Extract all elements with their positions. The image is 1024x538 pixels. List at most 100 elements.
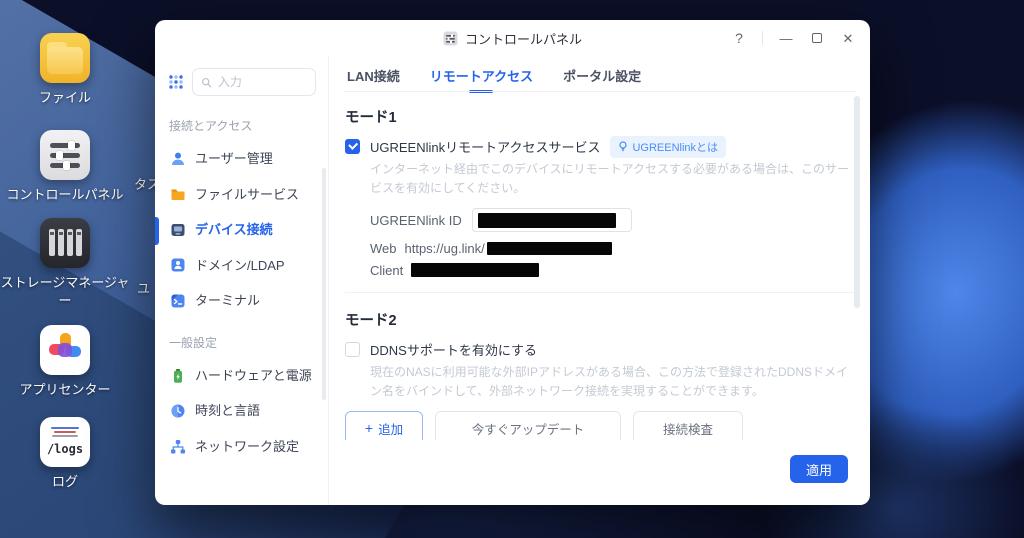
tab-label: ポータル設定 <box>563 69 642 84</box>
maximize-button[interactable] <box>809 30 825 46</box>
ugreenlink-info-badge[interactable]: UGREENlinkとは <box>610 135 727 158</box>
desktop: ファイル コントロールパネル ストレージマネージャー アプリセンター /logs… <box>0 0 1024 538</box>
desktop-icon-logs[interactable]: /logs ログ <box>0 417 130 491</box>
mode1-description: インターネット経由でこのデバイスにリモートアクセスする必要がある場合は、このサー… <box>370 162 850 196</box>
web-label: Web <box>370 240 397 256</box>
content-scrollbar[interactable] <box>854 96 860 308</box>
user-icon <box>172 152 184 165</box>
sidebar-item-label: ネットワーク設定 <box>195 438 300 454</box>
ddns-connection-test-button[interactable]: 接続検査 <box>633 411 743 440</box>
sidebar-item-label: ターミナル <box>195 293 261 309</box>
time-language-icon <box>171 404 185 418</box>
maximize-icon <box>812 33 822 43</box>
ddns-checkbox-label: DDNSサポートを有効にする <box>370 343 537 358</box>
tab-label: リモートアクセス <box>429 69 534 84</box>
tab-label: LAN接続 <box>347 69 400 84</box>
sidebar-item-terminal[interactable]: ターミナル <box>155 283 328 319</box>
storage-manager-nas-icon <box>40 218 90 268</box>
terminal-icon <box>171 294 185 308</box>
app-grid-icon[interactable] <box>168 74 184 90</box>
section-divider <box>345 292 854 293</box>
lightbulb-icon <box>619 141 628 152</box>
ugreenlink-id-input[interactable] <box>471 208 632 232</box>
help-button[interactable]: ? <box>731 30 747 46</box>
tab-portal-settings[interactable]: ポータル設定 <box>563 66 641 93</box>
desktop-icon-label: アプリセンター <box>19 382 111 397</box>
device-connection-icon <box>171 223 185 236</box>
desktop-icon-app-center[interactable]: アプリセンター <box>0 325 130 399</box>
mode2-heading: モード2 <box>345 313 397 329</box>
search-icon <box>201 77 212 87</box>
badge-label: UGREENlinkとは <box>632 141 719 154</box>
sidebar-section-label: 接続とアクセス <box>169 119 253 133</box>
window-title: コントロールパネル <box>464 31 582 47</box>
apply-button[interactable]: 適用 <box>790 455 848 483</box>
mode1-heading: モード1 <box>345 110 397 126</box>
titlebar-separator <box>762 31 763 45</box>
network-icon <box>171 439 185 454</box>
window-titlebar[interactable]: コントロールパネル ? — ✕ <box>155 20 870 56</box>
logs-icon-text: /logs <box>46 442 84 456</box>
ddns-checkbox[interactable] <box>345 342 360 357</box>
sidebar-item-label: ハードウェアと電源 <box>195 367 312 383</box>
mode2-description: 現在のNASに利用可能な外部IPアドレスがある場合、この方法で登録されたDDNS… <box>370 365 849 399</box>
button-label: 追加 <box>378 422 404 437</box>
sidebar-item-domain-ldap[interactable]: ドメイン/LDAP <box>155 248 328 284</box>
sidebar-item-label: ユーザー管理 <box>195 151 273 166</box>
desktop-icon-storage-manager[interactable]: ストレージマネージャー <box>0 218 130 309</box>
domain-ldap-icon <box>171 258 185 272</box>
sidebar: 接続とアクセス ユーザー管理 ファイルサービス <box>155 56 329 505</box>
battery-icon <box>174 368 182 383</box>
folder-icon <box>171 189 185 201</box>
tab-lan[interactable]: LAN接続 <box>347 66 400 93</box>
sidebar-item-time-language[interactable]: 時刻と言語 <box>155 393 328 429</box>
desktop-icon-label: ログ <box>51 474 78 489</box>
sidebar-scrollbar[interactable] <box>322 168 326 400</box>
redacted-web-url <box>486 241 612 255</box>
partial-desktop-label: ユ <box>137 281 151 296</box>
button-label: 接続検査 <box>662 422 713 437</box>
sidebar-item-hardware-power[interactable]: ハードウェアと電源 <box>155 358 328 394</box>
desktop-icon-label: ストレージマネージャー <box>0 275 130 308</box>
plus-icon: + <box>364 420 374 436</box>
redacted-client-value <box>411 263 540 277</box>
ddns-update-now-button[interactable]: 今すぐアップデート <box>435 411 621 440</box>
settings-scroll-area: モード1 UGREENlinkリモートアクセスサービス UGREENlinkとは <box>329 92 870 440</box>
tab-bar: LAN接続 リモートアクセス ポータル設定 <box>329 56 870 93</box>
sidebar-section-label: 一般設定 <box>169 335 218 350</box>
close-button[interactable]: ✕ <box>840 30 856 46</box>
button-label: 今すぐアップデート <box>471 422 585 437</box>
redacted-ugreenlink-id <box>477 212 616 228</box>
control-panel-sliders-icon <box>40 130 90 180</box>
ddns-add-button[interactable]: + 追加 <box>345 411 423 440</box>
content-pane: LAN接続 リモートアクセス ポータル設定 モード1 UGREENlinkリモー… <box>329 56 870 505</box>
client-label: Client <box>370 262 404 278</box>
desktop-icon-label: ファイル <box>38 90 91 105</box>
tab-remote-access[interactable]: リモートアクセス <box>430 66 533 93</box>
sidebar-item-file-services[interactable]: ファイルサービス <box>155 177 328 213</box>
sidebar-active-indicator <box>155 217 159 245</box>
sidebar-search[interactable] <box>192 68 316 96</box>
ugreenlink-id-label: UGREENlink ID <box>370 212 462 228</box>
desktop-icon-control-panel[interactable]: コントロールパネル <box>0 130 130 204</box>
desktop-icon-files[interactable]: ファイル <box>0 33 130 107</box>
search-input[interactable] <box>217 75 307 89</box>
sidebar-item-label: 時刻と言語 <box>195 403 261 419</box>
ugreenlink-checkbox-label: UGREENlinkリモートアクセスサービス <box>370 140 601 155</box>
minimize-button[interactable]: — <box>778 30 794 46</box>
sidebar-item-label: ファイルサービス <box>195 186 300 202</box>
app-center-icon <box>40 325 90 375</box>
logs-icon: /logs <box>40 417 90 467</box>
sidebar-item-device-connection[interactable]: デバイス接続 <box>155 212 328 248</box>
ddns-button-row: + 追加 今すぐアップデート 接続検査 <box>345 411 854 440</box>
files-folder-icon <box>40 33 90 83</box>
sidebar-item-network-settings[interactable]: ネットワーク設定 <box>155 429 328 465</box>
web-url-prefix: https://ug.link/ <box>404 240 485 256</box>
desktop-icon-label: コントロールパネル <box>6 187 124 202</box>
ugreenlink-checkbox[interactable] <box>345 139 360 154</box>
sidebar-item-user-management[interactable]: ユーザー管理 <box>155 141 328 177</box>
sidebar-item-label: デバイス接続 <box>195 222 273 238</box>
control-panel-window: コントロールパネル ? — ✕ 入力 接続とアクセス ユーザー管理 ファイルサー… <box>155 20 870 505</box>
sidebar-item-label: ドメイン/LDAP <box>195 257 285 273</box>
window-title-icon <box>443 31 458 45</box>
